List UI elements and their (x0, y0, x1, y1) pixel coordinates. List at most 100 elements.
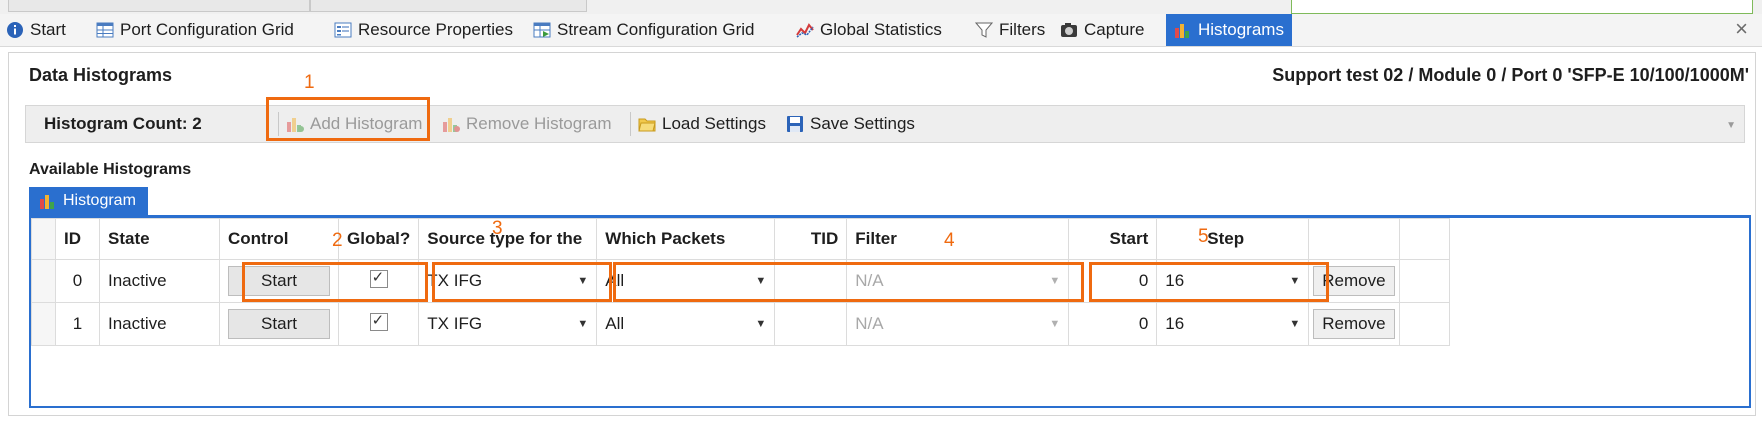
tab-label: Histograms (1198, 20, 1284, 39)
page-title: Data Histograms (29, 65, 173, 85)
chevron-down-icon: ▼ (755, 318, 767, 330)
source-type-dropdown[interactable]: TX IFG ▼ (427, 314, 588, 334)
load-settings-button[interactable]: Load Settings (638, 112, 766, 136)
remove-button[interactable]: Remove (1313, 309, 1395, 339)
port-path-title: Support test 02 / Module 0 / Port 0 'SFP… (1272, 65, 1749, 85)
tab-label: Filters (999, 20, 1046, 39)
tab-port-configuration-grid[interactable]: Port Configuration Grid (96, 14, 294, 46)
tab-start[interactable]: Start (6, 14, 66, 46)
info-icon (7, 22, 23, 38)
clipped-field (1291, 0, 1753, 14)
folder-open-icon (638, 118, 656, 132)
remove-histogram-button[interactable]: Remove Histogram (442, 112, 612, 136)
row-indicator[interactable] (31, 302, 56, 346)
column-header-state[interactable]: State (99, 218, 220, 260)
cell-source-type: TX IFG ▼ (418, 302, 598, 346)
cell-id: 1 (55, 302, 100, 346)
column-header-tid[interactable]: TID (774, 218, 848, 260)
annotation-box-control-global (242, 262, 428, 302)
cell-filler (1398, 259, 1450, 303)
column-header-filler (1398, 218, 1450, 260)
tab-global-statistics[interactable]: Global Statistics (796, 14, 942, 46)
cell-remove: Remove (1308, 302, 1400, 346)
step-dropdown[interactable]: 16 ▼ (1165, 314, 1300, 334)
remove-histogram-icon (443, 118, 460, 132)
cell-start[interactable]: 0 (1068, 302, 1158, 346)
column-header-step[interactable]: Step (1156, 218, 1310, 260)
tab-capture[interactable]: Capture (1060, 14, 1144, 46)
save-settings-label: Save Settings (810, 114, 915, 133)
histogram-grid-frame: ID State Control Global? Source type for… (29, 215, 1751, 408)
step-value: 16 (1165, 314, 1185, 333)
tab-label: Stream Configuration Grid (557, 20, 755, 39)
tab-label: Resource Properties (358, 20, 513, 39)
camera-icon (1061, 23, 1077, 37)
cell-filter: N/A ▼ (846, 302, 1070, 346)
column-header-which-packets[interactable]: Which Packets (596, 218, 776, 260)
column-header-filter[interactable]: Filter (846, 218, 1070, 260)
available-histograms-heading: Available Histograms (29, 161, 192, 178)
toolbar-separator (630, 112, 631, 136)
tab-label: Port Configuration Grid (120, 20, 294, 39)
source-type-value: TX IFG (427, 314, 483, 333)
clipped-tab (8, 0, 310, 12)
cell-state: Inactive (99, 259, 220, 303)
cell-tid[interactable] (774, 302, 848, 346)
annotation-box-source-type (432, 262, 612, 302)
annotation-number-3: 3 (492, 218, 503, 239)
load-settings-label: Load Settings (662, 114, 766, 133)
table-row[interactable]: 1 Inactive Start TX IFG ▼ All ▼ N/A ▼ 0 16 ▼… (31, 302, 1450, 346)
close-icon[interactable]: × (1735, 16, 1748, 42)
save-settings-button[interactable]: Save Settings (786, 112, 915, 136)
clipped-top-strip (0, 0, 1762, 14)
column-header-remove (1308, 218, 1400, 260)
chevron-down-icon: ▼ (1289, 318, 1301, 330)
toolbar-overflow-icon[interactable]: ▼ (1726, 120, 1736, 131)
document-tab-bar: Start Port Configuration Grid Resource P… (0, 14, 1762, 47)
tab-histogram-grid[interactable]: Histogram (29, 187, 148, 215)
global-checkbox[interactable] (369, 311, 388, 331)
tab-label: Start (30, 20, 66, 39)
cell-which-packets: All ▼ (596, 302, 776, 346)
start-button[interactable]: Start (228, 309, 330, 339)
which-packets-value: All (605, 314, 625, 333)
row-indicator[interactable] (31, 259, 56, 303)
column-header-id[interactable]: ID (55, 218, 100, 260)
tab-label: Global Statistics (820, 20, 942, 39)
grid-tab-label: Histogram (63, 192, 136, 209)
column-header-start[interactable]: Start (1068, 218, 1158, 260)
chevron-down-icon: ▼ (577, 318, 589, 330)
column-header-control[interactable]: Control (219, 218, 339, 260)
grid-icon (96, 22, 114, 38)
annotation-box-packets-tid-filter (613, 262, 1084, 302)
remove-histogram-label: Remove Histogram (466, 114, 612, 133)
tab-label: Capture (1084, 20, 1145, 39)
line-chart-icon (796, 23, 814, 38)
annotation-number-1: 1 (304, 72, 315, 93)
clipped-tab (310, 0, 587, 12)
annotation-number-4: 4 (944, 230, 955, 251)
column-header-global[interactable]: Global? (337, 218, 420, 260)
column-header-source-type[interactable]: Source type for the (418, 218, 598, 260)
cell-step: 16 ▼ (1156, 302, 1310, 346)
filter-icon (975, 22, 993, 38)
annotation-box-start-step (1089, 262, 1329, 302)
properties-icon (334, 22, 352, 38)
which-packets-dropdown[interactable]: All ▼ (605, 314, 766, 334)
cell-state: Inactive (99, 302, 220, 346)
tab-stream-configuration-grid[interactable]: Stream Configuration Grid (533, 14, 754, 46)
filter-value: N/A (855, 314, 884, 333)
tab-histograms[interactable]: Histograms (1166, 14, 1292, 46)
cell-global (337, 302, 420, 346)
filter-dropdown[interactable]: N/A ▼ (855, 314, 1060, 334)
stream-grid-icon (533, 22, 551, 38)
tab-resource-properties[interactable]: Resource Properties (334, 14, 513, 46)
tab-filters[interactable]: Filters (975, 14, 1045, 46)
cell-id: 0 (55, 259, 100, 303)
cell-filler (1398, 302, 1450, 346)
cell-control: Start (219, 302, 339, 346)
row-indicator-header (31, 218, 56, 260)
histogram-icon (40, 195, 54, 209)
histogram-count-label: Histogram Count: 2 (44, 114, 202, 133)
annotation-number-5: 5 (1198, 226, 1209, 247)
